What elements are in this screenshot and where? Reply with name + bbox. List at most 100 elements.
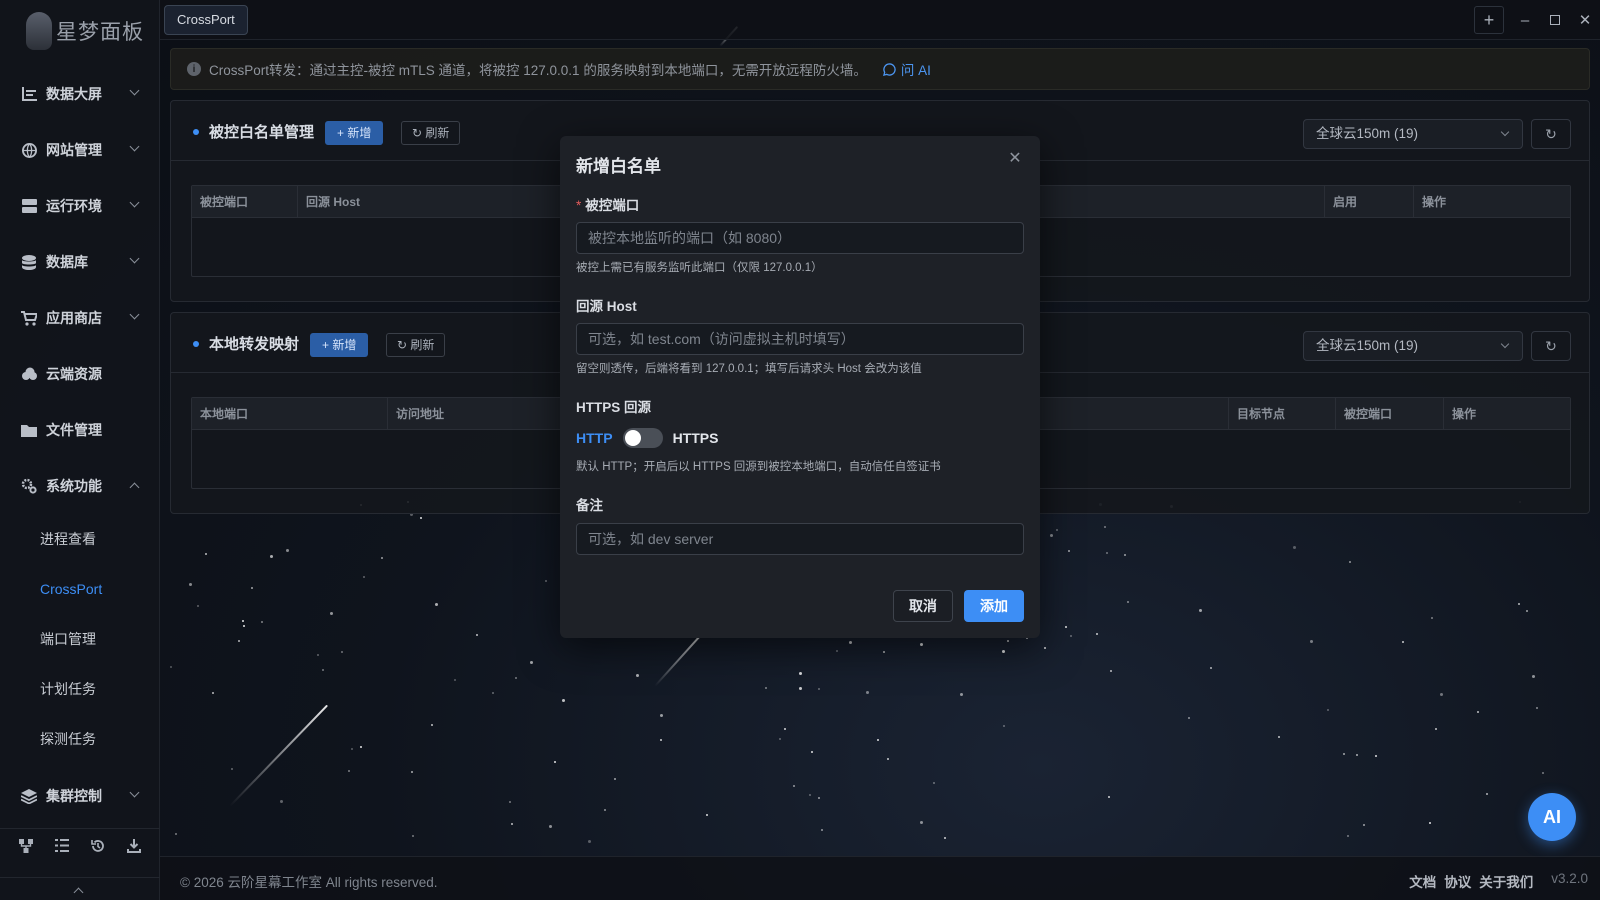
sidebar-item-cloud[interactable]: 云端资源 [0, 346, 160, 402]
sidebar-item-websites[interactable]: 网站管理 [0, 122, 160, 178]
docs-link[interactable]: 文档 [1409, 871, 1436, 891]
sidebar-item-app-store[interactable]: 应用商店 [0, 290, 160, 346]
folder-icon [20, 421, 38, 439]
title-dot-icon [193, 129, 199, 135]
ask-ai-label: 问 AI [900, 63, 931, 78]
star [491, 692, 494, 695]
column-header: 目标节点 [1228, 398, 1336, 430]
star [1049, 533, 1053, 537]
https-toggle-row: HTTP HTTPS [576, 428, 718, 448]
star [316, 654, 319, 657]
logo-avatar-icon [26, 12, 52, 50]
star [1326, 708, 1329, 711]
sidebar-item-label: 云端资源 [46, 366, 102, 382]
star [508, 800, 511, 803]
logo: 星梦面板 [26, 12, 144, 50]
https-switch[interactable] [622, 428, 663, 448]
add-whitelist-dialog: 新增白名单 ✕ *被控端口 被控上需已有服务监听此端口（仅限 127.0.0.1… [560, 136, 1040, 638]
node-select[interactable]: 全球云150m (19) [1303, 119, 1523, 149]
database-icon [20, 253, 38, 271]
add-forward-button[interactable]: + 新增 [310, 333, 369, 357]
star [1363, 824, 1366, 827]
history-icon[interactable] [88, 839, 108, 859]
star [635, 673, 639, 677]
sidebar-item-label: 数据大屏 [46, 86, 102, 102]
star [197, 605, 200, 608]
star [1292, 546, 1296, 550]
add-button[interactable]: 添加 [964, 590, 1024, 622]
star [588, 839, 592, 843]
sidebar-item-database[interactable]: 数据库 [0, 234, 160, 290]
topology-icon[interactable] [16, 839, 36, 859]
host-input[interactable] [576, 323, 1024, 355]
about-link[interactable]: 关于我们 [1479, 871, 1533, 891]
column-header: 被控端口 [1336, 398, 1444, 430]
close-icon[interactable]: ✕ [1006, 150, 1024, 168]
terms-link[interactable]: 协议 [1444, 871, 1471, 891]
https-label: HTTPS 回源 [576, 400, 652, 415]
star [808, 793, 811, 796]
reload-nodes-button[interactable]: ↻ [1531, 119, 1571, 149]
sidebar-subitem-crossport[interactable]: CrossPort [0, 564, 160, 614]
star [341, 651, 344, 654]
sidebar-item-dashboard[interactable]: 数据大屏 [0, 66, 160, 122]
star [1309, 640, 1313, 644]
list-icon[interactable] [52, 839, 72, 859]
new-tab-button[interactable]: + [1474, 6, 1504, 34]
star [279, 799, 283, 803]
sidebar-subitem-probe[interactable]: 探测任务 [0, 714, 160, 764]
star [170, 665, 173, 668]
reload-nodes-button[interactable]: ↻ [1531, 331, 1571, 361]
star [286, 548, 290, 552]
star [660, 739, 663, 742]
sidebar-item-label: 系统功能 [46, 478, 102, 494]
info-text: CrossPort转发：通过主控-被控 mTLS 通道，将被控 127.0.0.… [209, 63, 867, 78]
star [1002, 724, 1005, 727]
sidebar-item-cluster[interactable]: 集群控制 [0, 768, 160, 824]
refresh-icon: ↻ [1545, 338, 1557, 354]
sidebar-subitem-processes[interactable]: 进程查看 [0, 514, 160, 564]
close-window-icon[interactable]: ✕ [1570, 0, 1600, 40]
tab-crossport[interactable]: CrossPort [164, 5, 248, 35]
star [784, 727, 787, 730]
sidebar-item-label: 网站管理 [46, 142, 102, 158]
maximize-icon[interactable] [1540, 0, 1570, 40]
star [1056, 529, 1059, 532]
star [411, 835, 414, 838]
star [411, 770, 414, 773]
star [189, 583, 193, 587]
top-bar: CrossPort + – ✕ [160, 0, 1600, 40]
download-icon[interactable] [124, 839, 144, 859]
ai-assistant-button[interactable]: AI [1528, 793, 1576, 841]
star [454, 679, 457, 682]
star [1103, 526, 1106, 529]
sidebar-subitem-ports[interactable]: 端口管理 [0, 614, 160, 664]
info-icon: i [187, 62, 201, 76]
sidebar-item-runtime[interactable]: 运行环境 [0, 178, 160, 234]
cancel-button[interactable]: 取消 [893, 590, 953, 622]
star [1348, 560, 1351, 563]
star [1486, 792, 1489, 795]
star [1006, 639, 1009, 642]
port-input[interactable] [576, 222, 1024, 254]
sidebar-collapse-button[interactable] [0, 877, 160, 900]
refresh-whitelist-button[interactable]: ↻ 刷新 [401, 121, 461, 145]
sidebar-subitem-cron[interactable]: 计划任务 [0, 664, 160, 714]
required-mark: * [576, 198, 582, 213]
note-input[interactable] [576, 523, 1024, 555]
star [793, 785, 796, 788]
panel-title: 被控白名单管理 [209, 124, 315, 141]
sidebar-item-files[interactable]: 文件管理 [0, 402, 160, 458]
node-select[interactable]: 全球云150m (19) [1303, 331, 1523, 361]
star [1526, 610, 1529, 613]
refresh-forward-button[interactable]: ↻ 刷新 [386, 333, 446, 357]
ask-ai-link[interactable]: 问 AI [882, 59, 931, 79]
star [1001, 649, 1005, 653]
sidebar-item-system[interactable]: 系统功能 [0, 458, 160, 514]
star [1434, 728, 1437, 731]
add-whitelist-button[interactable]: + 新增 [325, 121, 384, 145]
star [1541, 771, 1544, 774]
star [1535, 707, 1538, 710]
sidebar-toolbar [0, 829, 160, 859]
minimize-icon[interactable]: – [1510, 0, 1540, 40]
